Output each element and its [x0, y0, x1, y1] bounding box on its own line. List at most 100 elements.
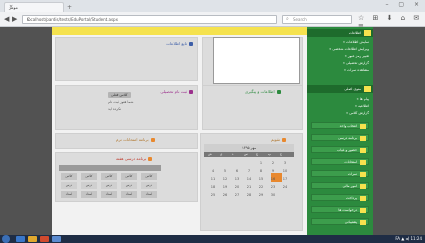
- sidebar-tile[interactable]: حضور و غیاب: [311, 146, 369, 153]
- calendar-day[interactable]: 15: [255, 175, 267, 183]
- schedule-cell: کلاس: [81, 173, 97, 180]
- reload-icon[interactable]: C: [27, 17, 273, 22]
- schedule-cell: استاد: [141, 191, 157, 198]
- info-panel: تابع اطلاعات: [55, 37, 198, 81]
- calendar-day[interactable]: 20: [231, 183, 243, 191]
- schedule-cell: درس: [81, 182, 97, 189]
- info-icon: [189, 42, 193, 46]
- address-bar[interactable]: localhost/pardis/tests/EduPortal/Student…: [22, 15, 277, 24]
- info-panel-title: تابع اطلاعات: [166, 41, 193, 46]
- forward-icon[interactable]: ▶: [12, 15, 17, 23]
- sidebar-item[interactable]: « پیام ها: [311, 97, 369, 101]
- sidebar-tile[interactable]: پرداخت: [311, 194, 369, 201]
- calendar-day[interactable]: 25: [207, 191, 219, 199]
- registration-line-1: شما هنوز ثبت نام: [108, 100, 134, 104]
- calendar-day[interactable]: 17: [279, 175, 291, 183]
- tile-icon: [360, 220, 366, 225]
- calendar-day[interactable]: 26: [219, 191, 231, 199]
- sidebar-item[interactable]: « گزارش کلاس: [311, 111, 369, 115]
- sidebar-tile-label: امور مالی: [342, 184, 357, 188]
- browser-titlebar: مونتر × + – ▢ ×: [0, 0, 425, 12]
- sidebar-tile[interactable]: امور مالی: [311, 182, 369, 189]
- calendar-day[interactable]: 18: [207, 183, 219, 191]
- sidebar-tile[interactable]: برنامه درسی: [311, 134, 369, 141]
- calendar-day[interactable]: 11: [207, 175, 219, 183]
- schedule-cell: استاد: [101, 191, 117, 198]
- search-placeholder: Search: [293, 17, 307, 22]
- firefox-icon[interactable]: [40, 236, 49, 242]
- calendar-day[interactable]: 7: [243, 167, 255, 175]
- tile-icon: [360, 148, 366, 153]
- sidebar-tile[interactable]: امتحانات: [311, 158, 369, 165]
- sidebar-tile-label: برنامه درسی: [338, 136, 357, 140]
- sidebar-head-info[interactable]: اطلاعات: [307, 29, 373, 37]
- sidebar-item[interactable]: « تغییر رمز عبور: [311, 54, 369, 58]
- calendar-day[interactable]: 14: [243, 175, 255, 183]
- start-button-icon[interactable]: [2, 235, 10, 243]
- sidebar-item[interactable]: « گزارش تحصیلی: [311, 61, 369, 65]
- main-content: تابع اطلاعات ثبت نام تحصیلی کلاس فعلی شم…: [52, 27, 307, 235]
- sidebar-tile[interactable]: پشتیبانی: [311, 218, 369, 225]
- schedule-cell: کلاس: [141, 173, 157, 180]
- calendar-day[interactable]: 12: [219, 175, 231, 183]
- top-accent-bar: [52, 27, 307, 35]
- new-tab-icon[interactable]: +: [67, 4, 72, 11]
- calendar-week: 11 12 13 14 15 16 17: [207, 175, 293, 183]
- back-icon[interactable]: ◀: [4, 15, 9, 23]
- schedule-icon: [148, 157, 153, 161]
- exam-panel: برنامه امتحانات ترم: [55, 133, 198, 149]
- close-tab-icon[interactable]: ×: [9, 4, 60, 10]
- system-tray[interactable]: FA ▲ ◂) 11:24: [395, 236, 422, 241]
- schedule-cell: درس: [61, 182, 77, 189]
- exam-title: برنامه امتحانات ترم: [116, 137, 155, 142]
- sidebar-tile-label: انتخاب واحد: [339, 124, 357, 128]
- sidebar-item[interactable]: « ویرایش اطلاعات شخصی: [311, 47, 369, 51]
- calendar-day[interactable]: 5: [219, 167, 231, 175]
- calendar-day[interactable]: 2: [267, 159, 279, 167]
- calendar-day[interactable]: 9: [267, 167, 279, 175]
- calendar-day[interactable]: 4: [207, 167, 219, 175]
- calendar-day[interactable]: 23: [267, 183, 279, 191]
- calendar-week: 123: [207, 159, 293, 167]
- calendar-day[interactable]: 1: [255, 159, 267, 167]
- calendar-month-bar[interactable]: مهر ۱۳۹۵: [204, 144, 294, 152]
- schedule-header-bar: [59, 165, 161, 171]
- calendar-day[interactable]: 16: [267, 175, 279, 183]
- calendar-day[interactable]: 22: [255, 183, 267, 191]
- exam-icon: [150, 138, 155, 142]
- browser-tab[interactable]: مونتر ×: [4, 2, 64, 12]
- sidebar-item[interactable]: « نمایش اطلاعات: [311, 40, 369, 44]
- calendar-day[interactable]: 6: [231, 167, 243, 175]
- window-controls[interactable]: – ▢ ×: [385, 1, 423, 8]
- sidebar-tile[interactable]: نمرات: [311, 170, 369, 177]
- schedule-cell: درس: [141, 182, 157, 189]
- sidebar-tile-label: نمرات: [347, 172, 357, 176]
- calendar-day[interactable]: 10: [279, 167, 291, 175]
- calendar-day[interactable]: 21: [243, 183, 255, 191]
- schedule-cell: کلاس: [121, 173, 137, 180]
- sidebar-item[interactable]: « اطلاعیه: [311, 104, 369, 108]
- calendar-day[interactable]: 19: [219, 183, 231, 191]
- search-input[interactable]: ⌕ Search: [282, 15, 352, 24]
- calendar-day[interactable]: 8: [255, 167, 267, 175]
- sidebar-item[interactable]: « مشاهده نمرات: [311, 68, 369, 72]
- registration-line-2: نکرده اید: [108, 107, 122, 111]
- calendar-day[interactable]: 28: [243, 191, 255, 199]
- sidebar-tile[interactable]: انتخاب واحد: [311, 122, 369, 129]
- tile-icon: [360, 124, 366, 129]
- calendar-day[interactable]: 13: [231, 175, 243, 183]
- calendar-day[interactable]: 3: [279, 159, 291, 167]
- sidebar-head-main[interactable]: منوی اصلی: [307, 85, 373, 93]
- explorer-icon[interactable]: [28, 236, 37, 242]
- current-class-button[interactable]: کلاس فعلی: [108, 92, 131, 98]
- ie-icon[interactable]: [16, 236, 25, 242]
- calendar-day[interactable]: 30: [267, 191, 279, 199]
- app-icon[interactable]: [52, 236, 61, 242]
- calendar-day[interactable]: 24: [279, 183, 291, 191]
- calendar-day[interactable]: 27: [231, 191, 243, 199]
- calendar-icon: [281, 138, 286, 142]
- sidebar-tile[interactable]: درخواست ها: [311, 206, 369, 213]
- os-taskbar: FA ▲ ◂) 11:24: [0, 235, 425, 243]
- weekday-label: ج: [280, 152, 282, 156]
- calendar-day[interactable]: 29: [255, 191, 267, 199]
